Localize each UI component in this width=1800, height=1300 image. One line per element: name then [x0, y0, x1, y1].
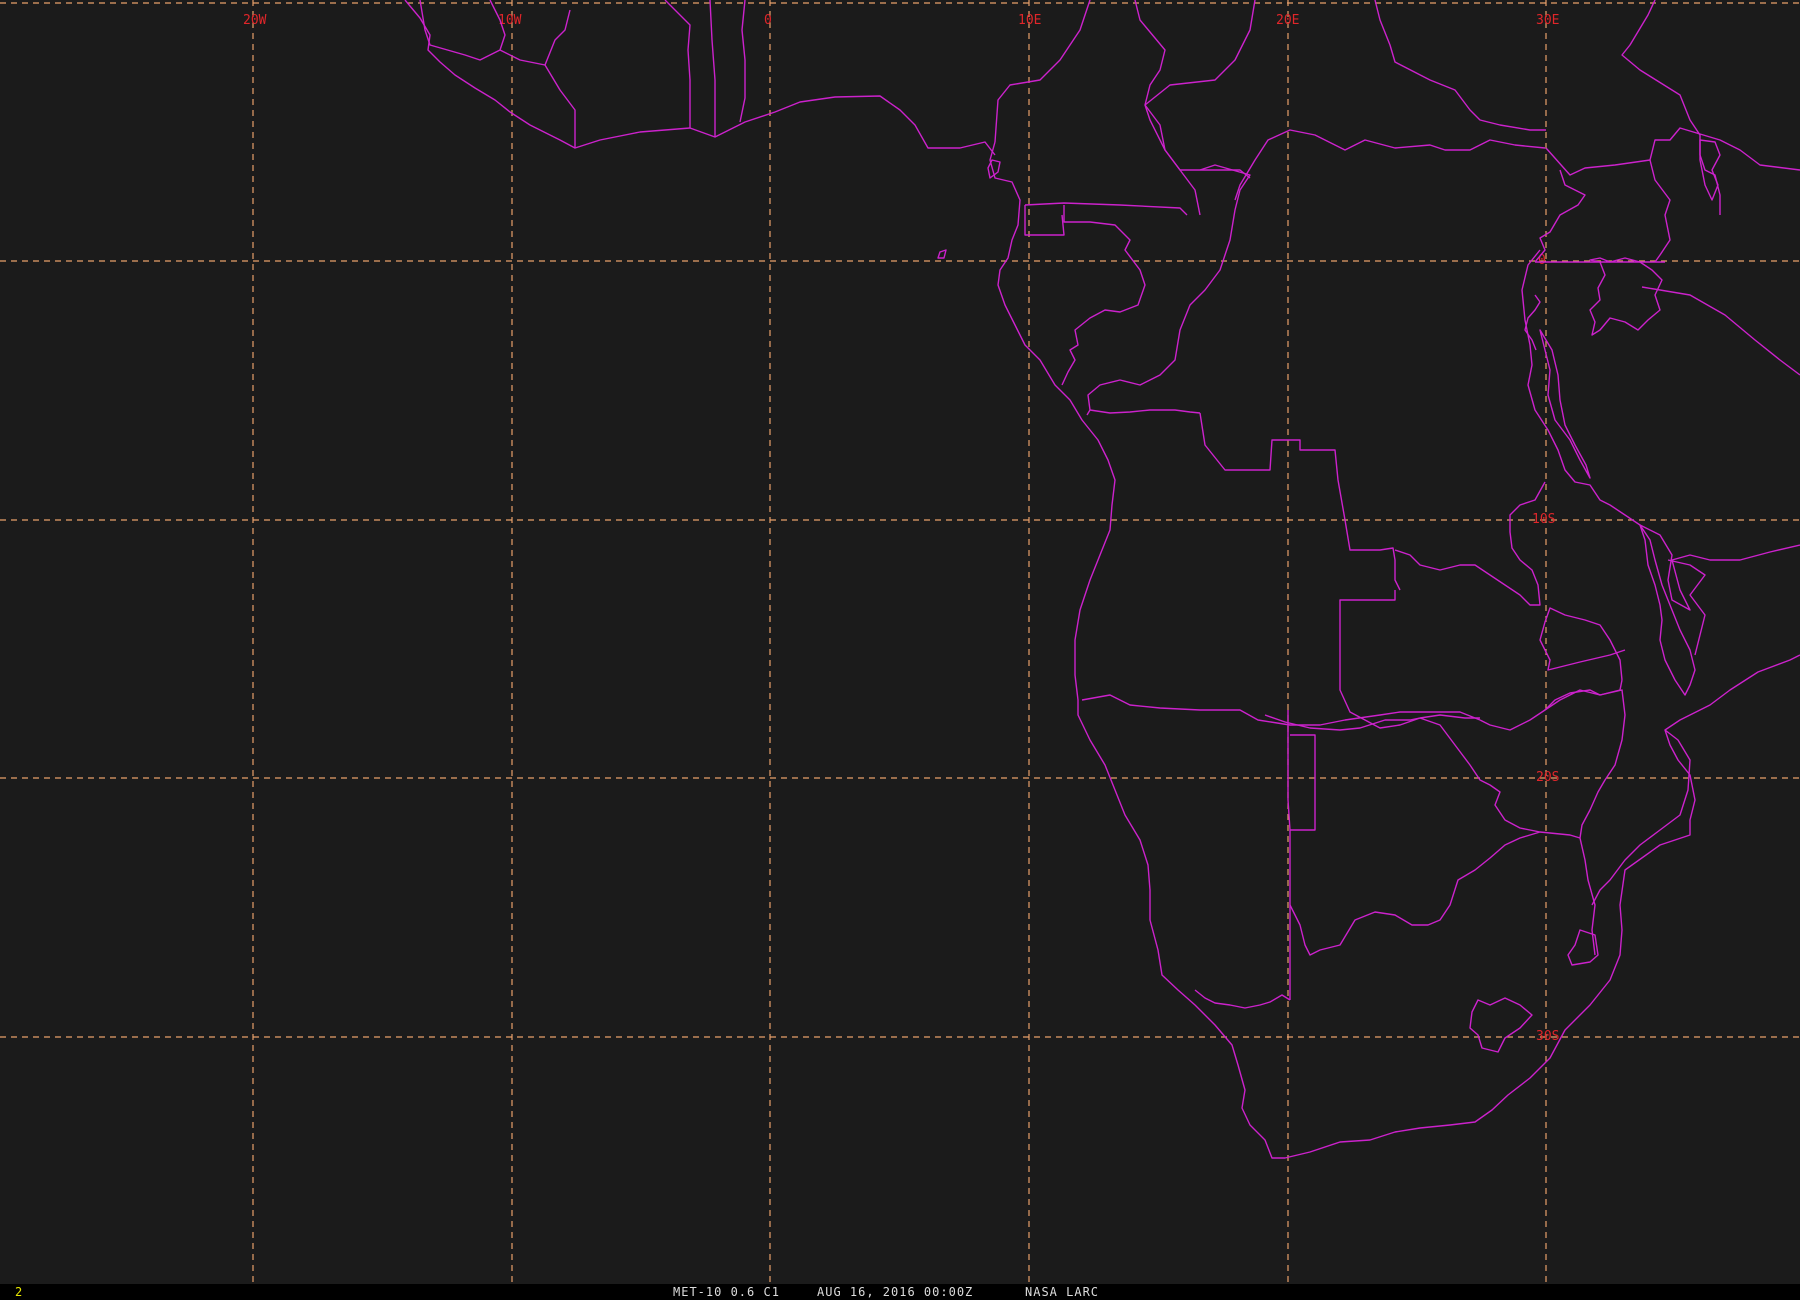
- country-borders: [404, 0, 1800, 1159]
- border-drc-angola: [1199, 412, 1401, 591]
- border-ivory-coast-ghana: [544, 64, 576, 148]
- border-south-sudan-car: [1144, 0, 1256, 106]
- border-cameroon-equatorial-guinea-gabon: [1024, 202, 1188, 216]
- border-gabon-congo: [1061, 205, 1146, 386]
- border-angola-zambia: [1339, 590, 1480, 729]
- lon-label-0: 0: [764, 13, 772, 28]
- border-namibia-botswana-east: [1287, 710, 1291, 1000]
- border-congo-drc: [1086, 164, 1251, 416]
- border-namibia-south-africa: [1194, 989, 1291, 1009]
- satellite-map: 20W 10W 0 10E 20E 30E 0 10S 20S 30S: [0, 0, 1800, 1284]
- border-lesotho: [1469, 997, 1533, 1053]
- border-uganda-kenya: [1649, 159, 1671, 263]
- lon-label-10e: 10E: [1018, 13, 1041, 28]
- malawi-lake: [1639, 524, 1696, 696]
- frame-number: 2: [15, 1285, 24, 1299]
- border-namibia-botswana: [1290, 734, 1316, 831]
- border-benin-nigeria: [739, 0, 746, 123]
- border-zimbabwe-mozambique: [1544, 689, 1626, 839]
- source-label: NASA LARC: [1025, 1285, 1100, 1299]
- border-botswana-south-africa: [1289, 831, 1541, 956]
- lon-label-30e: 30E: [1536, 13, 1559, 28]
- border-south-sudan-uganda: [1545, 127, 1800, 176]
- border-ethiopia-kenya: [1699, 139, 1721, 201]
- border-sudan-south-sudan: [1374, 0, 1546, 131]
- lake-victoria: [1589, 257, 1663, 336]
- border-drc-zambia: [1394, 481, 1546, 606]
- border-drc-lake-tanganyika: [1521, 249, 1641, 526]
- border-car-drc: [1234, 129, 1546, 201]
- border-zambia-zimbabwe: [1479, 679, 1623, 731]
- lat-label-0: 0: [1538, 253, 1546, 268]
- island-bioko: [987, 159, 1001, 179]
- island-sao-tome: [937, 249, 947, 259]
- west-africa-coastline: [404, 0, 996, 156]
- border-south-sudan-ethiopia: [1621, 0, 1721, 215]
- border-drc-angola-north: [1089, 409, 1201, 414]
- lat-label-20s: 20S: [1536, 770, 1559, 785]
- border-chad-car: [1134, 0, 1201, 216]
- grid-labels: 20W 10W 0 10E 20E 30E 0 10S 20S 30S: [243, 13, 1559, 1044]
- lake-tanganyika: [1539, 329, 1591, 479]
- border-equatorial-guinea-gabon: [1024, 205, 1065, 236]
- lat-lon-grid: [0, 0, 1800, 1284]
- border-cameroon-car: [1144, 104, 1251, 179]
- border-rwanda-burundi: [1524, 294, 1541, 351]
- border-guinea-sierraleone: [419, 0, 506, 61]
- status-bar: 2 MET-10 0.6 C1 AUG 16, 2016 00:00Z NASA…: [0, 1284, 1800, 1300]
- lat-label-10s: 10S: [1532, 512, 1555, 527]
- border-uganda-drc: [1534, 169, 1586, 263]
- border-tanzania-kenya: [1641, 286, 1800, 376]
- border-tanzania-zambia-malawi: [1639, 524, 1800, 611]
- lat-label-30s: 30S: [1536, 1029, 1559, 1044]
- central-southern-west-coastline: [989, 141, 1800, 1159]
- border-togo-benin: [709, 0, 716, 137]
- datetime-label: AUG 16, 2016 00:00Z: [817, 1285, 974, 1299]
- border-zambia-malawi-mozambique: [1539, 607, 1626, 681]
- border-ghana-togo: [664, 0, 691, 128]
- border-south-africa-mozambique: [1579, 837, 1596, 956]
- lon-label-20w: 20W: [243, 13, 267, 28]
- product-label: MET-10 0.6 C1: [673, 1285, 780, 1299]
- lon-label-20e: 20E: [1276, 13, 1299, 28]
- satellite-image-viewer: 20W 10W 0 10E 20E 30E 0 10S 20S 30S 2 ME…: [0, 0, 1800, 1300]
- border-nigeria-cameroon: [994, 0, 1091, 143]
